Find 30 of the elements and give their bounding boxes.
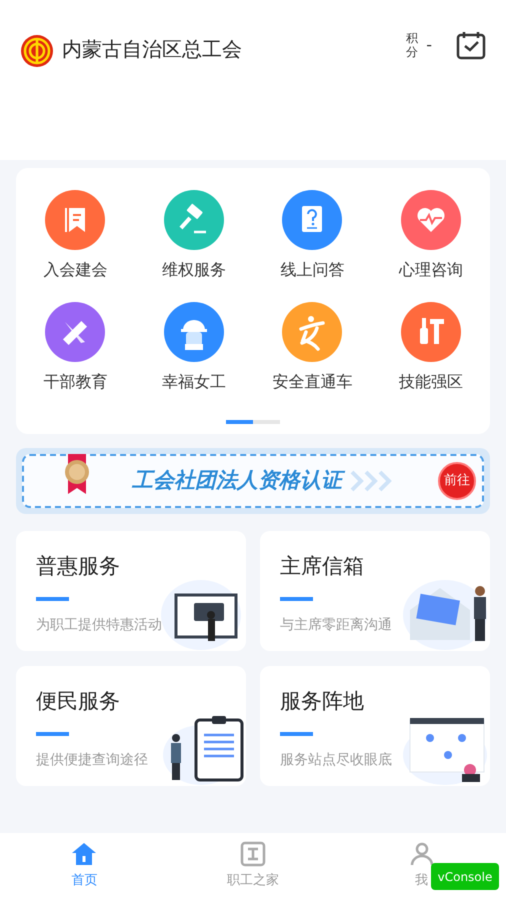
logo-icon [20,34,54,68]
go-button[interactable]: 前往 [438,462,476,500]
check-in-calendar-icon[interactable] [456,30,486,60]
shortcut-item[interactable]: 心理咨询 [398,258,463,282]
shortcut-item[interactable]: 线上问答 [280,258,344,282]
service-card[interactable]: 服务阵地 服务站点尽收眼底 [260,666,490,786]
card-subtitle: 与主席零距离沟通 [280,616,393,634]
points-label: 积分 [406,30,418,60]
work-icon [239,840,267,868]
chevrons-icon [348,470,394,492]
service-card[interactable]: 普惠服务 为职工提供特惠活动 [16,531,246,651]
card-title: 主席信箱 [280,553,365,580]
shortcut-item[interactable]: 干部教育 [43,370,108,394]
card-subtitle: 提供便捷查询途径 [36,750,149,770]
shortcut-item[interactable]: 维权服务 [162,258,226,282]
card-title: 服务阵地 [280,688,365,715]
card-subtitle: 为职工提供特惠活动 [36,616,163,634]
card-title: 普惠服务 [36,553,121,580]
shortcut-item[interactable]: 入会建会 [43,258,108,282]
card-title: 便民服务 [36,688,121,715]
app-title: 内蒙古自治区总工会 [62,36,242,63]
shortcut-item[interactable]: 安全直通车 [272,370,352,394]
page-indicator[interactable] [226,420,253,424]
shortcut-item[interactable]: 技能强区 [398,370,463,394]
service-card[interactable]: 便民服务 提供便捷查询途径 [16,666,246,786]
card-subtitle: 服务站点尽收眼底 [280,750,393,770]
service-card[interactable]: 主席信箱 与主席零距离沟通 [260,531,490,651]
shortcut-item[interactable]: 幸福女工 [162,370,226,394]
points-value: - [426,34,432,56]
banner[interactable]: 工会社团法人资格认证 前往 [16,448,490,514]
